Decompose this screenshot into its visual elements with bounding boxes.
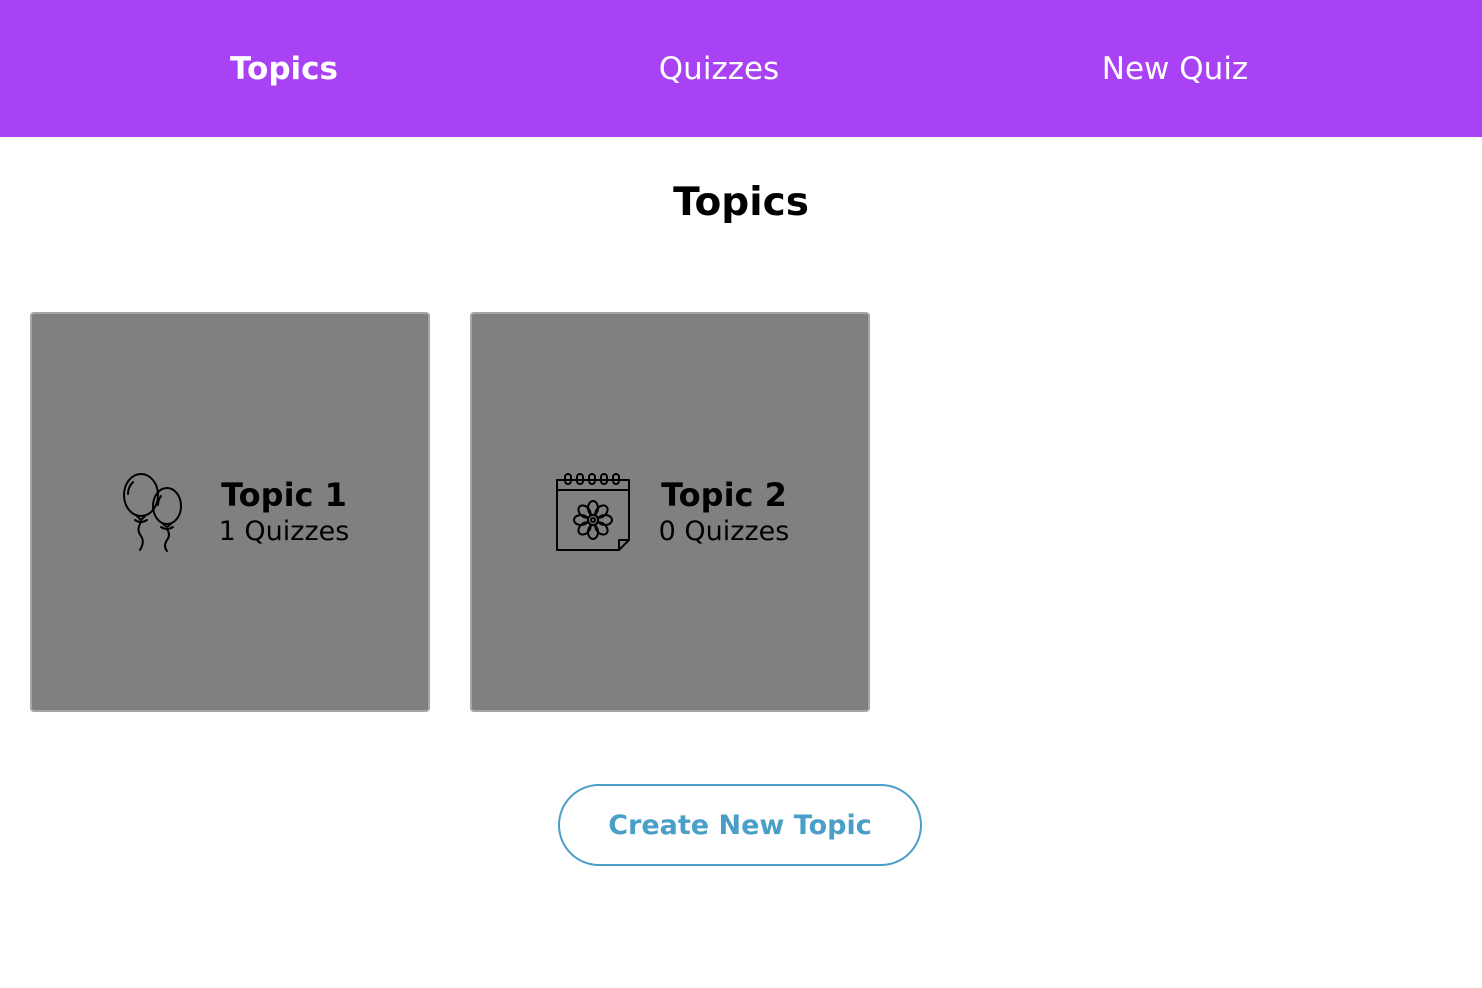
- topic-card-2[interactable]: Topic 2 0 Quizzes: [470, 312, 870, 712]
- quiz-count: 1 Quizzes: [218, 516, 350, 547]
- page-title: Topics: [673, 180, 809, 225]
- topic-card-text: Topic 2 0 Quizzes: [659, 475, 790, 549]
- balloons-icon: [111, 470, 195, 554]
- nav-link-topics[interactable]: Topics: [134, 0, 434, 137]
- calendar-flower-icon: [551, 470, 635, 554]
- topic-name: Topic 2: [661, 476, 787, 514]
- top-navbar: Topics Quizzes New Quiz: [0, 0, 1482, 137]
- topic-card-1[interactable]: Topic 1 1 Quizzes: [30, 312, 430, 712]
- create-new-topic-button[interactable]: Create New Topic: [558, 784, 922, 866]
- topic-card-content: Topic 2 0 Quizzes: [472, 314, 868, 710]
- quiz-count: 0 Quizzes: [658, 516, 790, 547]
- topic-card-content: Topic 1 1 Quizzes: [32, 314, 428, 710]
- topic-name: Topic 1: [221, 476, 347, 514]
- topic-card-text: Topic 1 1 Quizzes: [219, 475, 350, 549]
- nav-link-new-quiz[interactable]: New Quiz: [1025, 0, 1325, 137]
- nav-link-quizzes[interactable]: Quizzes: [569, 0, 869, 137]
